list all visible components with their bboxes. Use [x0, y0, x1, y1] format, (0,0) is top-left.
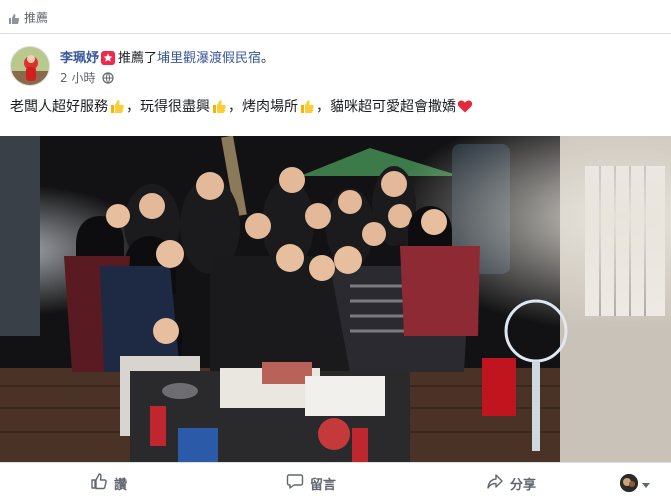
section-title: 推薦: [24, 11, 49, 25]
page-name-link[interactable]: 埔里觀瀑渡假民宿: [157, 51, 261, 66]
thumbs-up-emoji-icon: [211, 98, 227, 118]
comment-label: 留言: [310, 477, 337, 493]
headline-punctuation: 。: [261, 51, 275, 66]
post-text-segment: ，烤肉場所: [228, 99, 298, 115]
share-label: 分享: [510, 477, 537, 493]
post-text: 老闆人超好服務 ，玩得很盡興 ，烤肉場所 ，貓咪超可愛超會撒嬌: [10, 96, 474, 118]
chevron-down-icon: [642, 474, 650, 493]
like-button[interactable]: 讚: [90, 463, 127, 503]
post-text-segment: ，玩得很盡興: [126, 99, 210, 115]
section-header: 推薦: [0, 0, 671, 34]
post-as-selector[interactable]: [620, 473, 650, 493]
action-text: 推薦了: [118, 51, 158, 66]
share-icon: [486, 472, 510, 494]
globe-icon[interactable]: [102, 72, 114, 87]
thumbs-up-emoji-icon: [109, 98, 125, 118]
post-text-segment: ，貓咪超可愛超會撒嬌: [316, 99, 456, 115]
thumbs-up-icon: [90, 472, 114, 494]
post-timestamp[interactable]: 2 小時: [60, 71, 95, 85]
like-label: 讚: [114, 477, 128, 493]
thumbs-up-icon: [8, 10, 20, 29]
author-avatar[interactable]: [10, 46, 50, 86]
post-meta: 2 小時: [60, 69, 114, 87]
share-button[interactable]: 分享: [486, 463, 536, 503]
recommendation-icon: [101, 51, 116, 69]
thumbs-up-emoji-icon: [299, 98, 315, 118]
viewer-avatar: [620, 474, 638, 492]
post-photo[interactable]: [0, 136, 671, 462]
post-actions-bar: 讚 留言 分享: [0, 462, 671, 502]
comment-button[interactable]: 留言: [286, 463, 336, 503]
post-headline: 李珮妤 推薦了埔里觀瀑渡假民宿。: [60, 47, 274, 69]
comment-icon: [286, 472, 310, 494]
post-text-segment: 老闆人超好服務: [10, 99, 108, 115]
author-name-link[interactable]: 李珮妤: [60, 51, 99, 66]
red-heart-emoji-icon: [457, 98, 473, 118]
